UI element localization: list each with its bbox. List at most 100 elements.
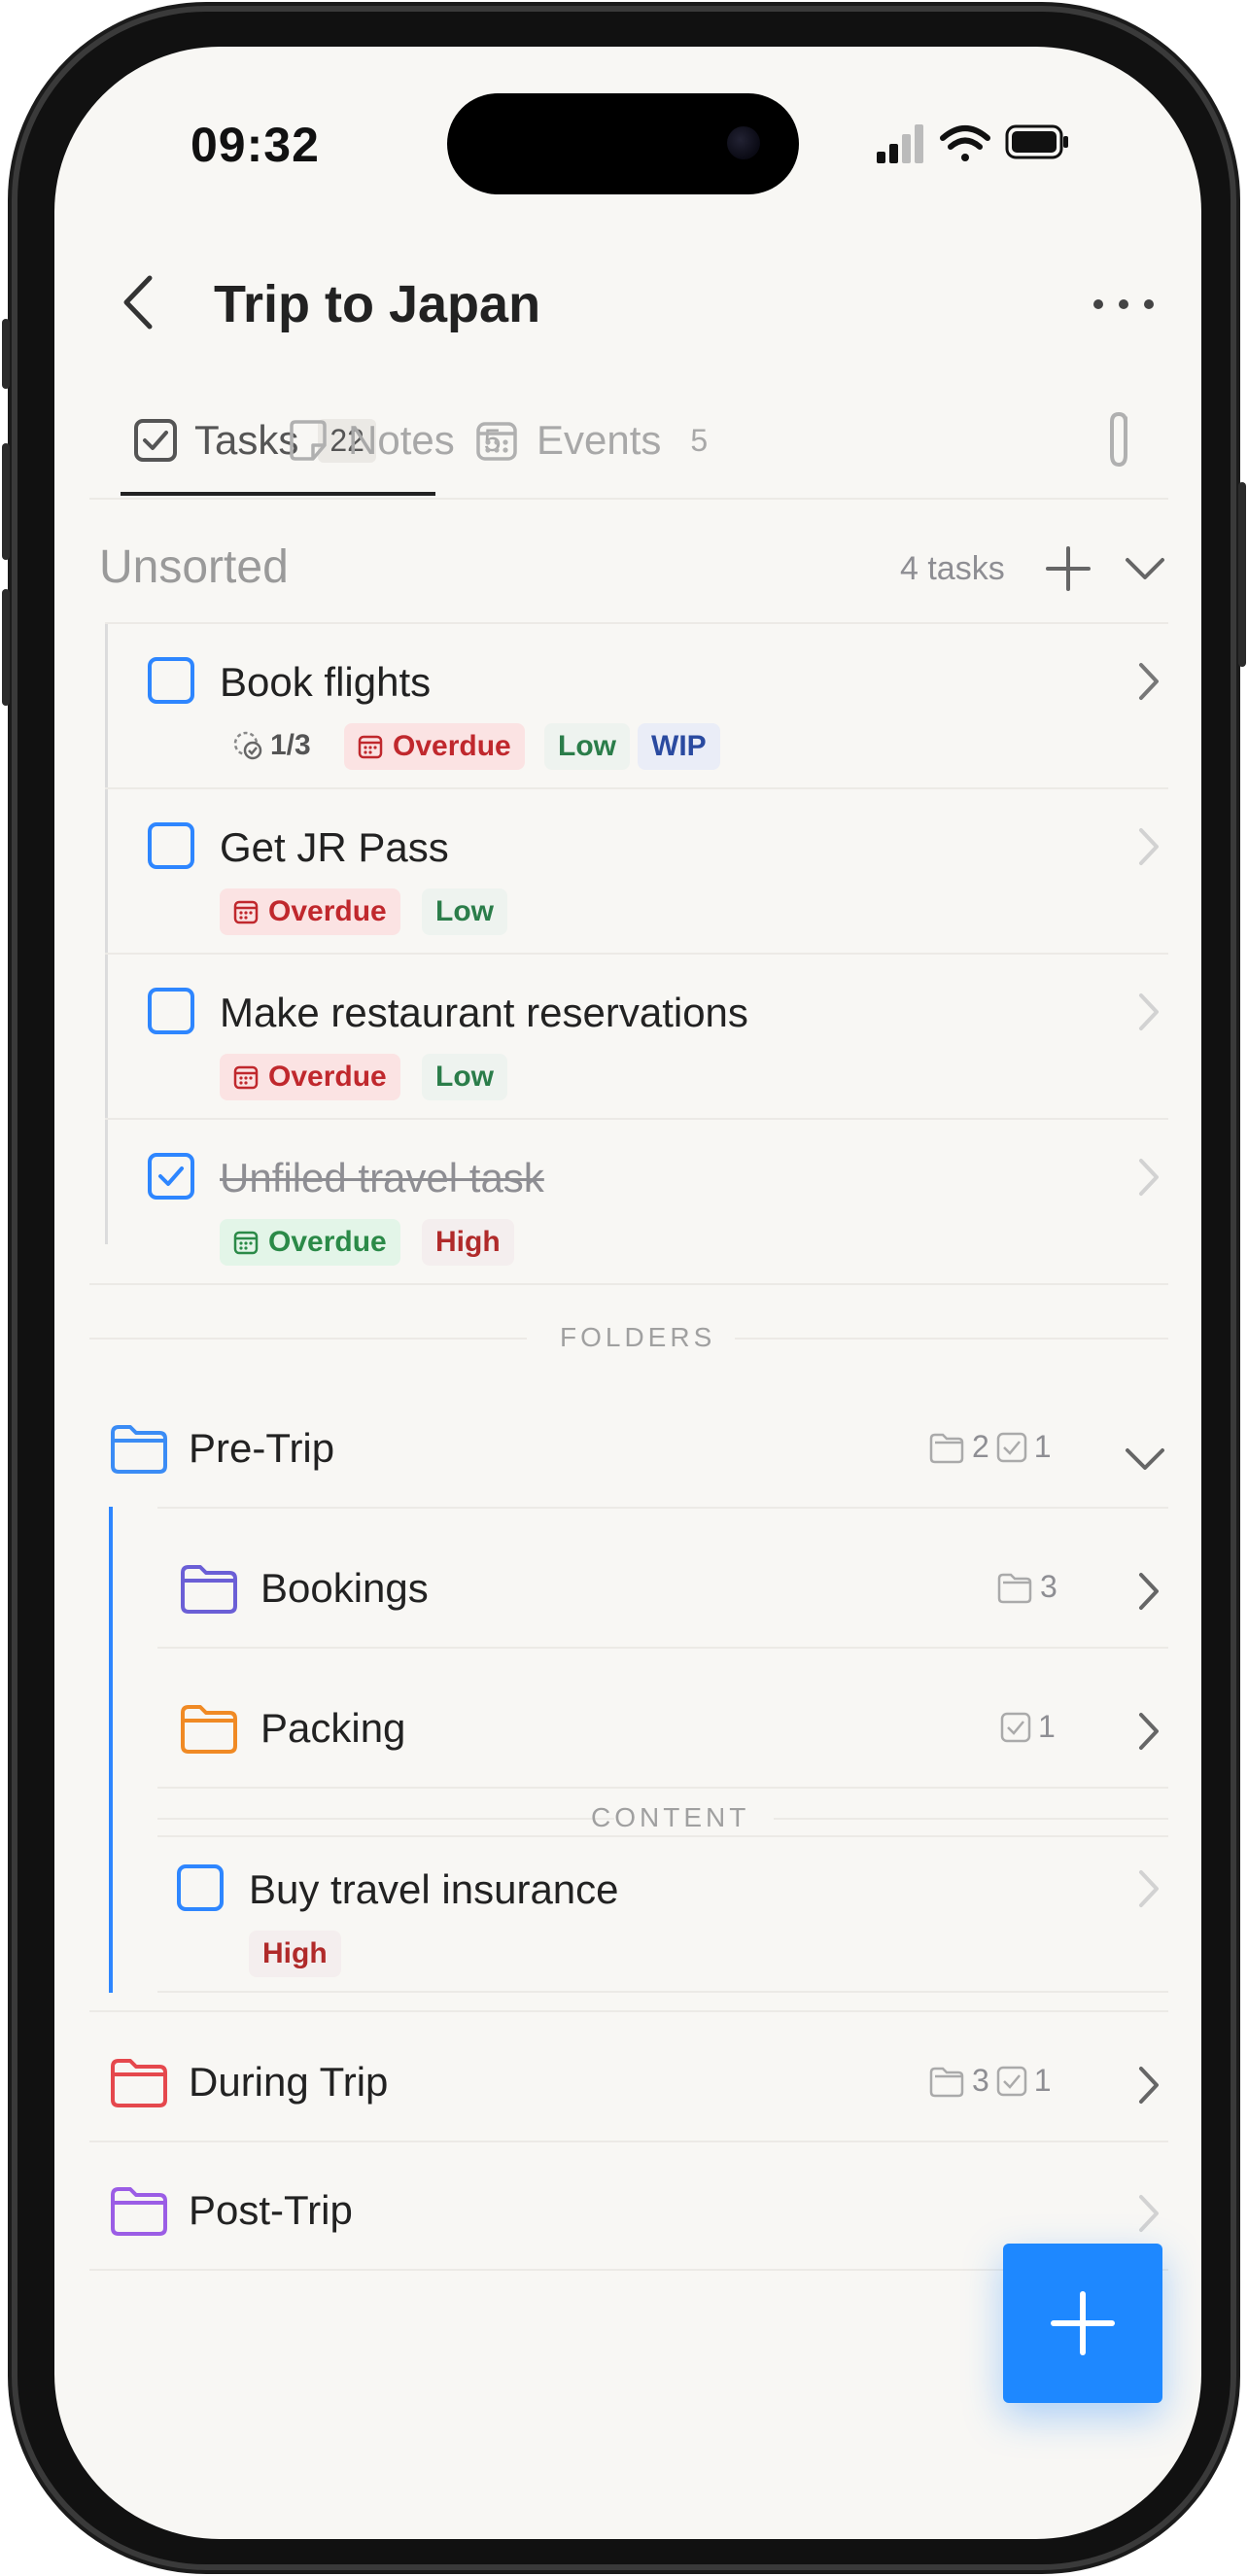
chevron-right-icon[interactable] bbox=[1133, 659, 1162, 704]
folder-name: Pre-Trip bbox=[189, 1425, 335, 1471]
action-button bbox=[2, 319, 10, 389]
folder-name: Packing bbox=[260, 1705, 406, 1751]
task-checkbox[interactable] bbox=[148, 657, 194, 704]
folder-count: 3 bbox=[1040, 1569, 1057, 1604]
chevron-right-icon[interactable] bbox=[1133, 824, 1162, 869]
tag-label: Overdue bbox=[393, 730, 511, 762]
tag-label: WIP bbox=[651, 730, 707, 762]
task-checkbox-checked[interactable] bbox=[148, 1153, 194, 1200]
expanded-folder-rail bbox=[109, 1507, 113, 1993]
task-count-icon bbox=[1000, 1712, 1031, 1742]
task-title: Make restaurant reservations bbox=[220, 990, 748, 1035]
priority-tag: Low bbox=[544, 723, 630, 770]
screen: 09:32 Trip to Japan Tasks 22 Notes 5 Eve… bbox=[54, 47, 1201, 2539]
subtask-progress-text: 1/3 bbox=[270, 729, 311, 761]
divider bbox=[105, 787, 1168, 789]
folder-name: Bookings bbox=[260, 1565, 429, 1611]
tab-notes-label: Notes bbox=[348, 417, 455, 463]
checkmark-icon bbox=[158, 1166, 184, 1186]
wifi-icon bbox=[940, 125, 990, 161]
folder-name: Post-Trip bbox=[189, 2187, 353, 2233]
task-checkbox[interactable] bbox=[148, 988, 194, 1034]
subtask-progress-icon bbox=[233, 731, 262, 760]
calendar-icon bbox=[233, 1065, 259, 1090]
chevron-right-icon[interactable] bbox=[1133, 2063, 1162, 2107]
add-fab-button[interactable] bbox=[1003, 2244, 1162, 2403]
tag-label: High bbox=[262, 1937, 328, 1969]
overdue-tag: Overdue bbox=[220, 1054, 400, 1100]
task-count: 1 bbox=[1033, 1429, 1052, 1464]
divider bbox=[157, 1507, 1168, 1509]
phone-frame: 09:32 Trip to Japan Tasks 22 Notes 5 Eve… bbox=[2, 6, 1246, 2570]
tab-events-label: Events bbox=[537, 417, 662, 463]
power-button bbox=[1238, 482, 1246, 667]
volume-up-button bbox=[2, 443, 10, 560]
unsorted-rail bbox=[105, 622, 108, 1244]
divider bbox=[774, 1818, 1168, 1820]
chevron-right-icon[interactable] bbox=[1133, 990, 1162, 1034]
folder-icon bbox=[111, 1425, 167, 1474]
overdue-tag: Overdue bbox=[220, 888, 400, 935]
divider bbox=[89, 1283, 1168, 1285]
tab-events-count: 5 bbox=[690, 422, 709, 458]
task-title: Buy travel insurance bbox=[249, 1866, 619, 1912]
collapse-chevron-icon[interactable] bbox=[1120, 548, 1170, 591]
tab-events[interactable]: Events 5 bbox=[474, 406, 708, 474]
chevron-right-icon[interactable] bbox=[1133, 1569, 1162, 1614]
overdue-tag: Overdue bbox=[344, 723, 525, 770]
back-chevron-icon[interactable] bbox=[113, 268, 171, 336]
dynamic-island bbox=[447, 93, 799, 194]
chevron-right-icon[interactable] bbox=[1133, 1155, 1162, 1200]
task-count: 1 bbox=[1033, 2063, 1052, 2098]
priority-tag: High bbox=[249, 1931, 341, 1977]
volume-down-button bbox=[2, 589, 10, 706]
task-checkbox[interactable] bbox=[148, 822, 194, 869]
chevron-right-icon[interactable] bbox=[1133, 1866, 1162, 1911]
folder-meta: 1 bbox=[999, 1709, 1061, 1745]
signal-icon bbox=[877, 124, 923, 163]
folder-count: 2 bbox=[972, 1429, 989, 1464]
divider bbox=[157, 1818, 614, 1820]
chevron-right-icon[interactable] bbox=[1133, 1709, 1162, 1754]
unsorted-title: Unsorted bbox=[99, 541, 289, 593]
folder-icon bbox=[111, 2059, 167, 2107]
divider bbox=[89, 1338, 527, 1340]
subtask-progress: 1/3 bbox=[231, 729, 311, 762]
divider bbox=[157, 1991, 1168, 1993]
priority-tag: Low bbox=[422, 1054, 507, 1100]
folder-icon bbox=[181, 1565, 237, 1614]
divider bbox=[105, 953, 1168, 955]
add-task-icon[interactable] bbox=[1042, 542, 1094, 595]
chevron-right-icon[interactable] bbox=[1133, 2191, 1162, 2236]
chevron-down-icon[interactable] bbox=[1120, 1441, 1170, 1479]
tag-label: Overdue bbox=[268, 1061, 387, 1093]
status-tag: WIP bbox=[638, 723, 720, 770]
folder-count-icon bbox=[997, 1573, 1032, 1603]
divider bbox=[157, 1647, 1168, 1649]
battery-icon bbox=[1005, 124, 1068, 159]
overdue-tag: Overdue bbox=[220, 1219, 400, 1266]
content-label: CONTENT bbox=[591, 1802, 750, 1832]
divider bbox=[105, 622, 1168, 624]
status-icons bbox=[877, 124, 1068, 163]
task-title: Unfiled travel task bbox=[220, 1155, 544, 1201]
task-count: 1 bbox=[1038, 1709, 1056, 1744]
task-count-icon bbox=[996, 1432, 1027, 1462]
calendar-icon bbox=[233, 1231, 259, 1255]
tag-label: Low bbox=[435, 895, 494, 927]
task-count-icon bbox=[996, 2066, 1027, 2096]
folder-icon bbox=[111, 2187, 167, 2236]
folder-count: 3 bbox=[972, 2063, 989, 2098]
divider bbox=[89, 2010, 1168, 2012]
folder-meta: 2 1 bbox=[929, 1429, 1057, 1465]
tabs-divider bbox=[89, 498, 1168, 500]
tab-notes[interactable]: Notes 5 bbox=[286, 406, 502, 474]
divider bbox=[157, 1787, 1168, 1789]
page-title: Trip to Japan bbox=[214, 275, 541, 333]
attachment-icon[interactable] bbox=[1104, 408, 1137, 472]
folder-count-icon bbox=[929, 1433, 964, 1463]
folder-name: During Trip bbox=[189, 2059, 389, 2105]
task-checkbox[interactable] bbox=[177, 1864, 224, 1911]
more-options-icon[interactable] bbox=[1085, 280, 1162, 329]
folder-meta: 3 bbox=[997, 1569, 1063, 1605]
